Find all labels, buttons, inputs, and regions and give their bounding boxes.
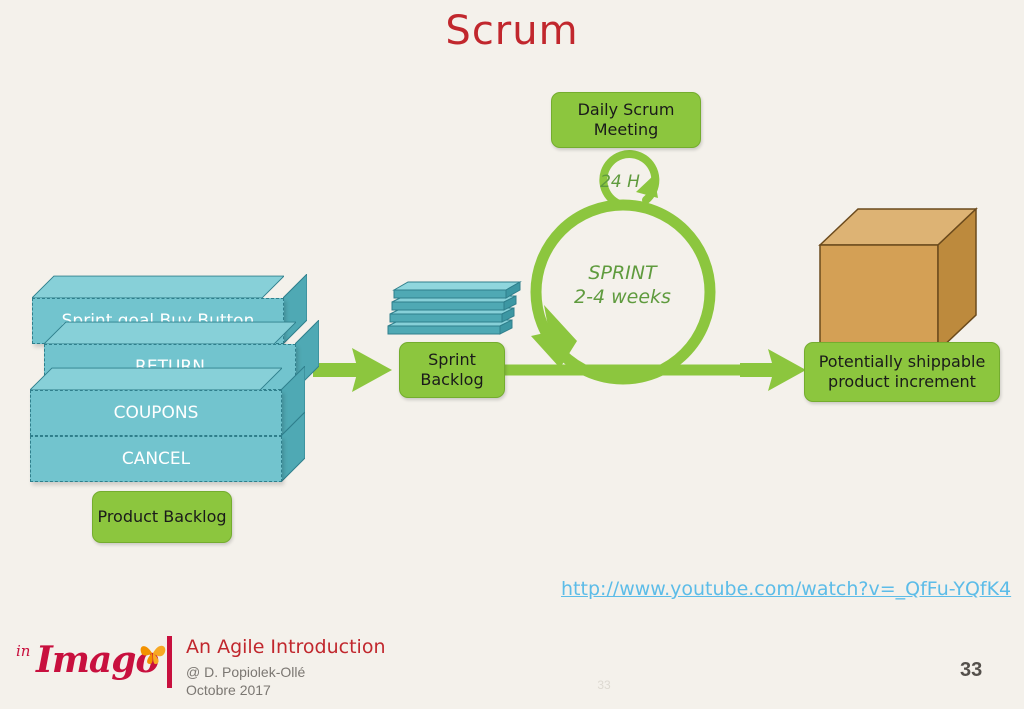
arrow-sprint-to-increment xyxy=(740,349,806,391)
backlog-item-2[interactable]: COUPONS xyxy=(30,366,305,436)
footer-title: An Agile Introduction xyxy=(186,636,386,658)
butterfly-icon xyxy=(140,645,166,665)
logo-prefix: in xyxy=(16,642,31,660)
daily-cycle-label: 24 H xyxy=(600,172,640,192)
page-number: 33 xyxy=(960,659,983,681)
backlog-item-label: COUPONS xyxy=(30,390,282,436)
footer-author: @ D. Popiolek-Ollé xyxy=(186,664,306,680)
sprint-backlog-sheets xyxy=(386,276,536,340)
slab-top-face xyxy=(44,321,296,345)
youtube-link[interactable]: http://www.youtube.com/watch?v=_QfFu-YQf… xyxy=(561,578,1011,600)
daily-scrum-meeting-box[interactable]: Daily Scrum Meeting xyxy=(551,92,701,148)
slab-top-face xyxy=(32,275,284,299)
footer-date: Octobre 2017 xyxy=(186,682,271,698)
sprint-cycle-label-line1: SPRINT xyxy=(588,262,657,284)
product-backlog-caption-label: Product Backlog xyxy=(97,507,227,527)
slab-top-face xyxy=(30,367,282,391)
arrow-backlog-to-sprint xyxy=(313,348,392,392)
logo[interactable]: in Imago xyxy=(14,636,166,690)
sprint-cycle-arrowhead xyxy=(531,305,577,368)
slide-canvas: Scrum Sprint goal Buy Button RETURN COUP… xyxy=(0,0,1024,709)
sheet-stack-svg xyxy=(387,281,522,335)
cube-front-face xyxy=(819,244,939,352)
sprint-cycle-label: SPRINT 2-4 weeks xyxy=(555,262,690,310)
slab-side-face xyxy=(281,412,305,482)
sprint-backlog-caption[interactable]: Sprint Backlog xyxy=(399,342,505,398)
daily-scrum-meeting-label: Daily Scrum Meeting xyxy=(577,100,675,139)
product-increment-caption[interactable]: Potentially shippable product increment xyxy=(804,342,1000,402)
backlog-item-3[interactable]: CANCEL xyxy=(30,412,305,482)
product-increment-caption-label: Potentially shippable product increment xyxy=(818,352,986,391)
page-title: Scrum xyxy=(445,8,579,54)
footer-divider xyxy=(167,636,172,688)
sprint-cycle-label-line2: 2-4 weeks xyxy=(574,285,671,308)
product-backlog-stack: Sprint goal Buy Button RETURN COUPONS CA… xyxy=(22,274,322,488)
product-increment-cube xyxy=(818,203,978,353)
sprint-backlog-caption-label: Sprint Backlog xyxy=(420,350,484,389)
footer: in Imago An Agile Introduction @ D. Popi… xyxy=(0,628,1024,709)
page-number-faint: 33 xyxy=(597,678,611,692)
sheet-0 xyxy=(392,281,522,299)
backlog-item-label: CANCEL xyxy=(30,436,282,482)
cube-svg xyxy=(818,207,978,353)
product-backlog-caption[interactable]: Product Backlog xyxy=(92,491,232,543)
